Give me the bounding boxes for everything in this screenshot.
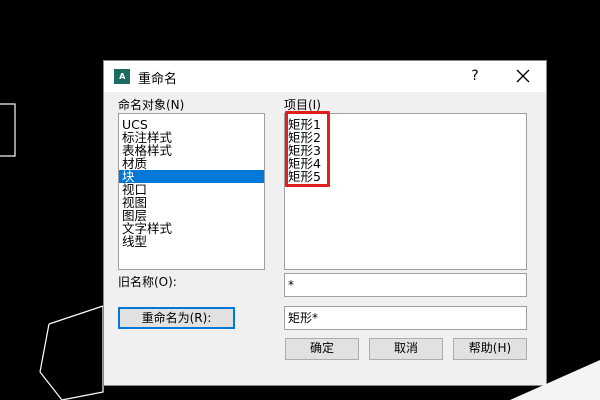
old-name-label: 旧名称(O):	[118, 275, 177, 289]
cancel-button[interactable]: 取消	[369, 338, 443, 360]
old-name-input[interactable]: *	[284, 273, 527, 297]
rectangle-shape[interactable]	[0, 103, 16, 157]
new-name-input[interactable]: 矩形*	[284, 306, 527, 330]
help-question-icon[interactable]: ?	[467, 67, 483, 85]
rename-to-button[interactable]: 重命名为(R):	[118, 307, 235, 329]
close-icon[interactable]	[512, 65, 534, 87]
dialog-title: 重命名	[138, 72, 178, 87]
help-button[interactable]: 帮助(H)	[453, 338, 527, 360]
hexagon-edge	[39, 323, 50, 373]
hexagon-edge	[39, 371, 63, 400]
title-bar[interactable]: A 重命名 ?	[104, 61, 546, 92]
named-objects-label: 命名对象(N)	[118, 98, 185, 112]
corner-wedge	[510, 360, 600, 400]
items-highlight-box	[285, 111, 330, 187]
named-object-item[interactable]: 线型	[119, 235, 264, 248]
autocad-app-icon: A	[114, 69, 130, 84]
named-objects-list[interactable]: UCS 标注样式 表格样式 材质块视口 视图 图层 文字样式 线型	[118, 113, 265, 270]
ok-button[interactable]: 确定	[285, 338, 359, 360]
hexagon-shape[interactable]	[48, 305, 104, 400]
named-object-item[interactable]: 材质	[119, 157, 264, 170]
rename-dialog: A 重命名 ? 命名对象(N) UCS 标注样式 表格样式 材质块视口 视图 图层 文字样式…	[103, 60, 547, 386]
